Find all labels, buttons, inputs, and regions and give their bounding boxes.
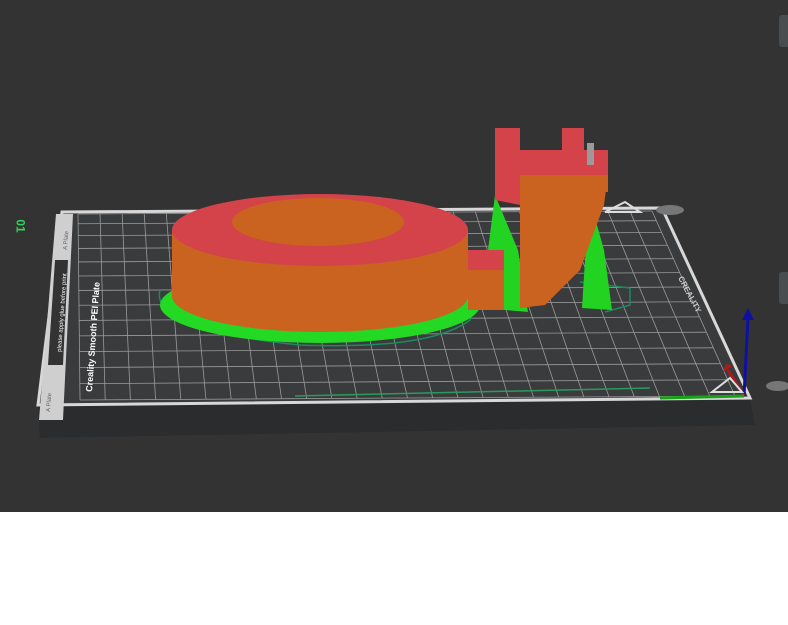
side-panel-tab-middle[interactable] [779,272,788,304]
3d-viewport[interactable]: Creality Smooth PEI Plate please apply g… [0,0,788,512]
axis-z [742,317,750,397]
ring-model[interactable] [160,194,480,343]
plate-number[interactable]: 01 [14,219,28,232]
scene[interactable]: Creality Smooth PEI Plate please apply g… [0,0,788,512]
side-panel-tab-top[interactable] [779,15,788,47]
build-plate-base [38,400,755,438]
axis-y [659,394,745,400]
